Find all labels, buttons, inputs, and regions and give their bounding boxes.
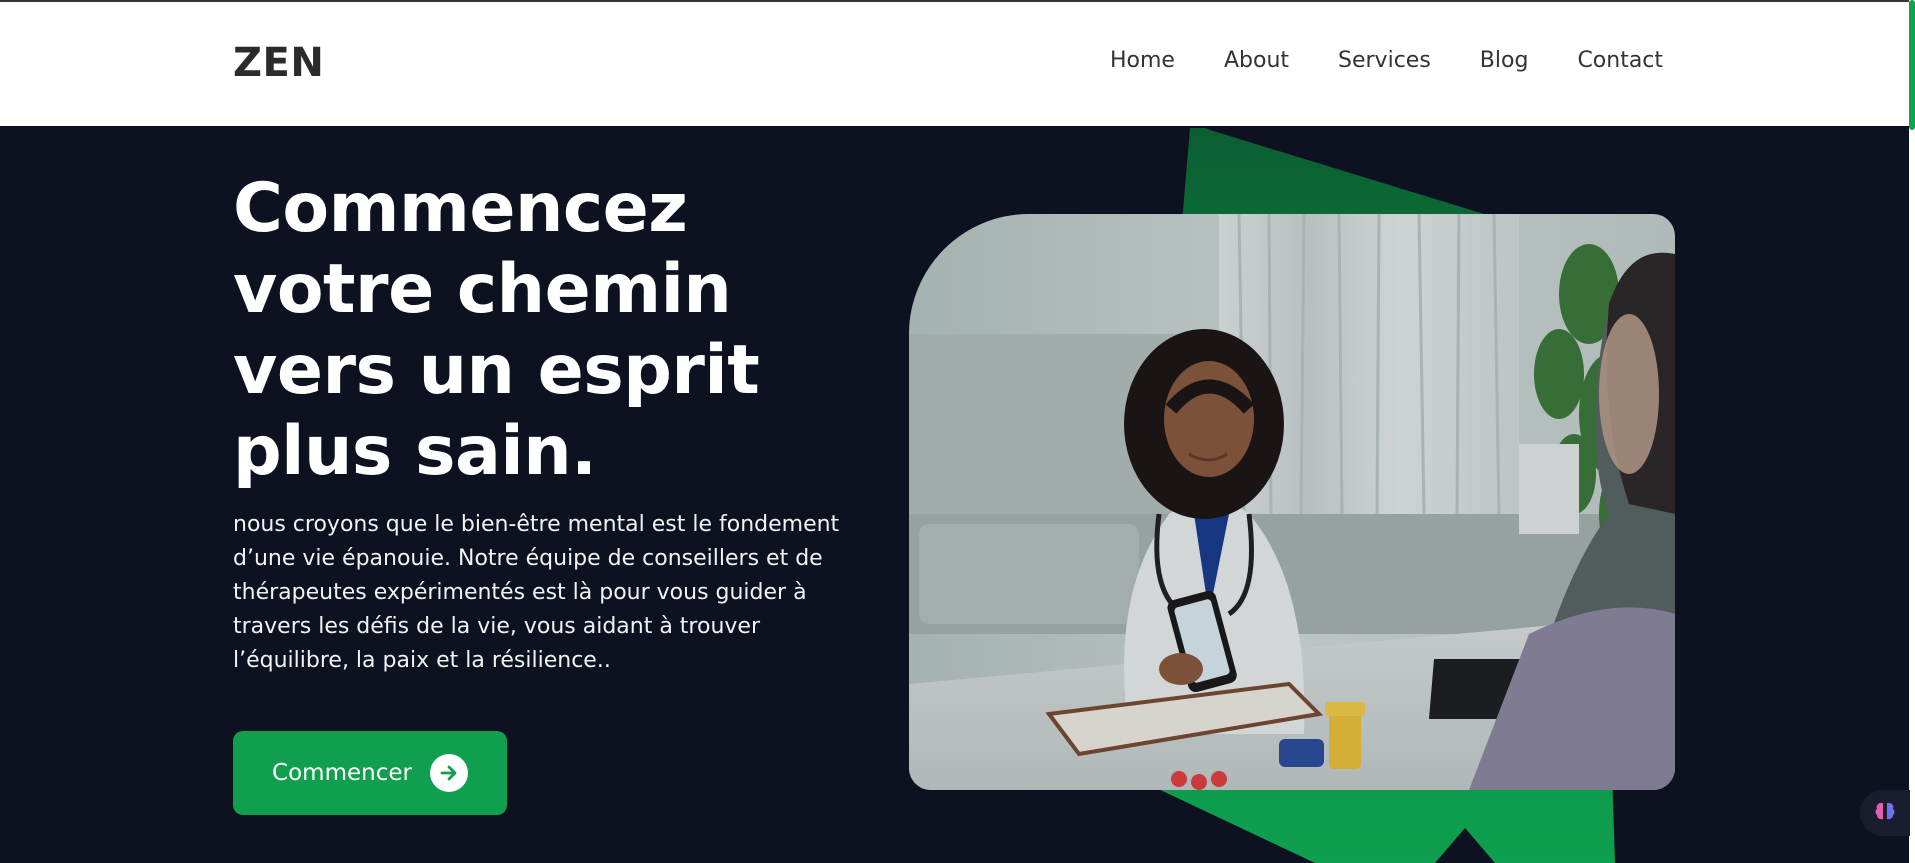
nav-link-services[interactable]: Services xyxy=(1338,48,1431,73)
arrow-right-circle-icon xyxy=(429,754,468,792)
brand-logo[interactable]: ZEN xyxy=(233,40,324,86)
brain-icon xyxy=(1873,799,1897,827)
hero-title: Commencez votre chemin vers un esprit pl… xyxy=(233,169,760,491)
nav-link-contact[interactable]: Contact xyxy=(1577,48,1663,73)
hero-description: nous croyons que le bien-être mental est… xyxy=(233,512,840,673)
nav-link-about[interactable]: About xyxy=(1224,48,1289,73)
consultation-photo xyxy=(909,214,1675,790)
scrollbar[interactable] xyxy=(1909,0,1915,863)
nav-link-blog[interactable]: Blog xyxy=(1480,48,1529,73)
brain-widget[interactable] xyxy=(1860,790,1910,836)
nav-links: Home About Services Blog Contact xyxy=(1110,48,1663,73)
start-button[interactable]: Commencer xyxy=(233,731,507,815)
navbar: ZEN Home About Services Blog Contact xyxy=(0,2,1915,126)
doctor-patient-illustration xyxy=(909,214,1675,790)
start-button-label: Commencer xyxy=(272,760,412,786)
nav-link-home[interactable]: Home xyxy=(1110,48,1175,73)
scrollbar-thumb[interactable] xyxy=(1909,0,1915,130)
